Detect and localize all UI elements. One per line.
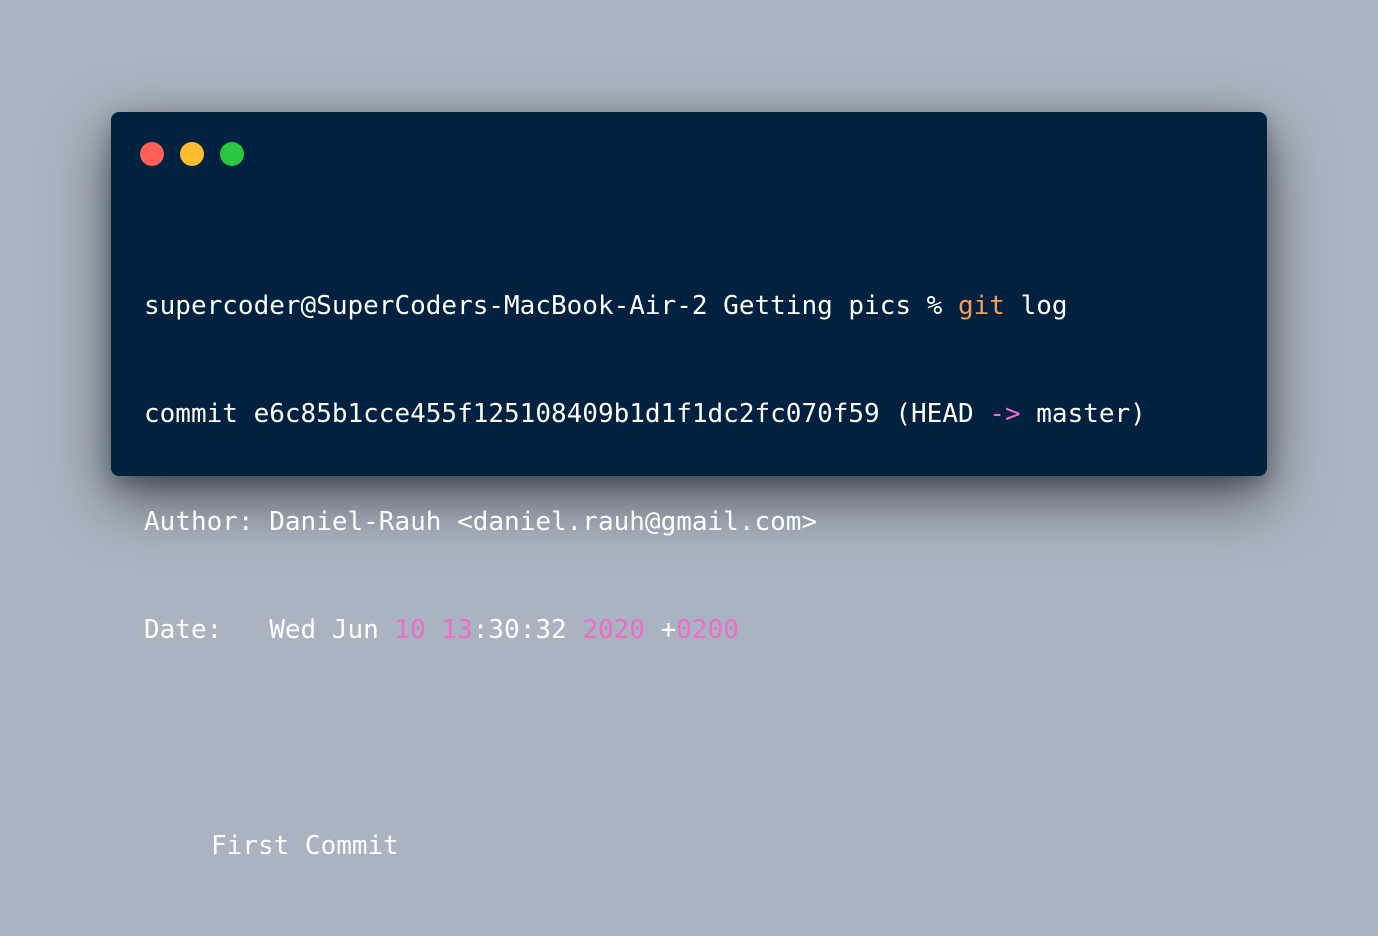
commit-ref-open: (HEAD <box>879 399 990 429</box>
ref-arrow: -> <box>989 399 1021 429</box>
date-tz: 0200 <box>676 615 739 645</box>
prompt-text: supercoder@SuperCoders-MacBook-Air-2 Get… <box>144 291 958 321</box>
author-line: Author: Daniel-Rauh <daniel.rauh@gmail.c… <box>144 504 1146 540</box>
author-label: Author: <box>144 507 270 537</box>
date-min-sec: :30:32 <box>472 615 583 645</box>
minimize-button[interactable] <box>180 142 204 166</box>
date-weekday-month: Wed Jun <box>269 615 395 645</box>
terminal-output[interactable]: supercoder@SuperCoders-MacBook-Air-2 Get… <box>144 216 1146 936</box>
terminal-window: supercoder@SuperCoders-MacBook-Air-2 Get… <box>111 112 1267 861</box>
date-day: 10 <box>394 615 426 645</box>
date-tz-sign: + <box>644 615 677 645</box>
date-hour: 13 <box>441 615 473 645</box>
commit-ref-close: master) <box>1020 399 1146 429</box>
commit-message: First Commit <box>211 831 399 861</box>
close-button[interactable] <box>140 142 164 166</box>
date-line: Date: Wed Jun 10 13:30:32 2020 +0200 <box>144 612 1146 648</box>
commit-hash: e6c85b1cce455f125108409b1d1f1dc2fc070f59 <box>253 399 880 429</box>
commit-line: commit e6c85b1cce455f125108409b1d1f1dc2f… <box>144 396 1146 432</box>
command-args: log <box>1004 291 1068 321</box>
command-git: git <box>957 291 1005 321</box>
commit-label: commit <box>144 399 254 429</box>
date-space <box>426 615 442 645</box>
date-year: 2020 <box>582 615 645 645</box>
zoom-button[interactable] <box>220 142 244 166</box>
date-label: Date: <box>144 615 270 645</box>
prompt-line: supercoder@SuperCoders-MacBook-Air-2 Get… <box>144 288 1146 324</box>
window-controls <box>140 142 244 166</box>
author-value: Daniel-Rauh <daniel.rauh@gmail.com> <box>269 507 818 537</box>
